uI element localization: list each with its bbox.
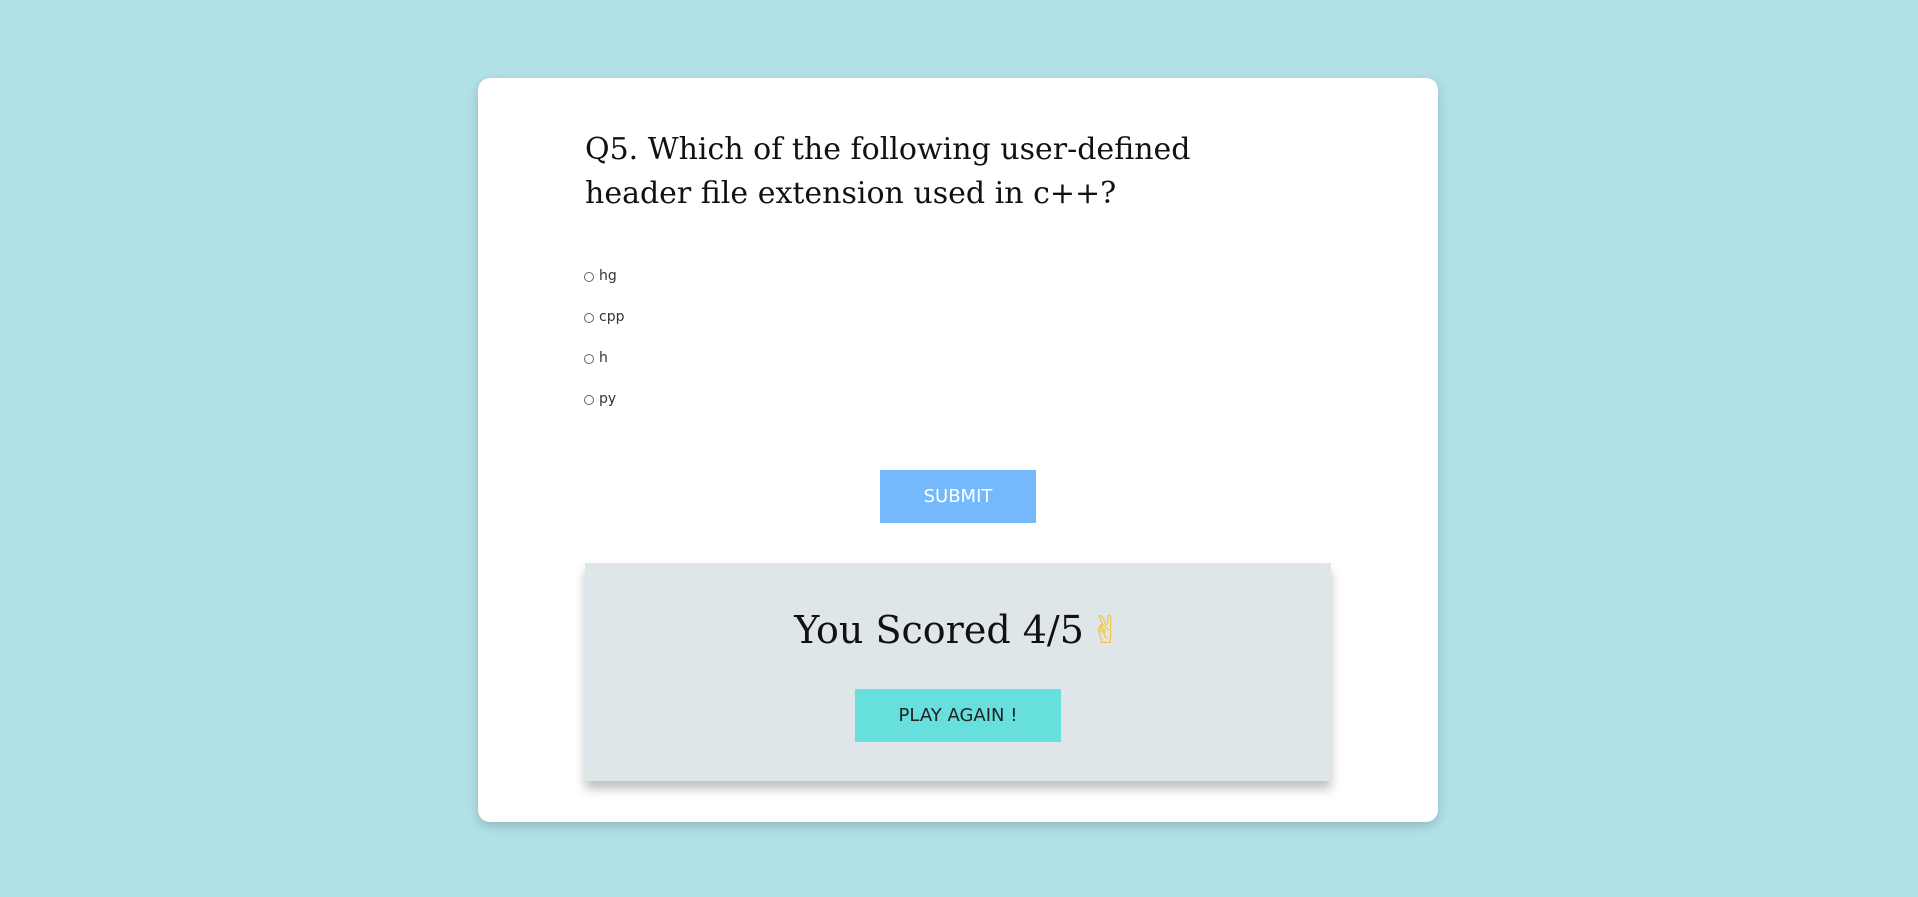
answer-options: hg cpp h py <box>584 268 624 432</box>
radio-button[interactable] <box>584 313 594 323</box>
quiz-card: Q5. Which of the following user-defined … <box>478 78 1438 822</box>
option-label: hg <box>599 268 617 284</box>
option-cpp[interactable]: cpp <box>584 309 624 350</box>
option-h[interactable]: h <box>584 350 624 391</box>
submit-button[interactable]: SUBMIT <box>880 470 1036 523</box>
option-label: h <box>599 350 608 366</box>
radio-button[interactable] <box>584 354 594 364</box>
option-label: cpp <box>599 309 625 325</box>
radio-button[interactable] <box>584 395 594 405</box>
play-again-button[interactable]: PLAY AGAIN ! <box>855 689 1061 742</box>
result-panel: You Scored 4/5 ✌ PLAY AGAIN ! <box>585 563 1331 781</box>
option-py[interactable]: py <box>584 391 624 432</box>
victory-hand-icon: ✌ <box>1089 608 1122 652</box>
option-label: py <box>599 391 617 407</box>
option-hg[interactable]: hg <box>584 268 624 309</box>
score-heading: You Scored 4/5 ✌ <box>585 605 1331 655</box>
score-text: You Scored 4/5 <box>794 608 1084 652</box>
radio-button[interactable] <box>584 272 594 282</box>
question-text: Q5. Which of the following user-defined … <box>585 132 1191 211</box>
